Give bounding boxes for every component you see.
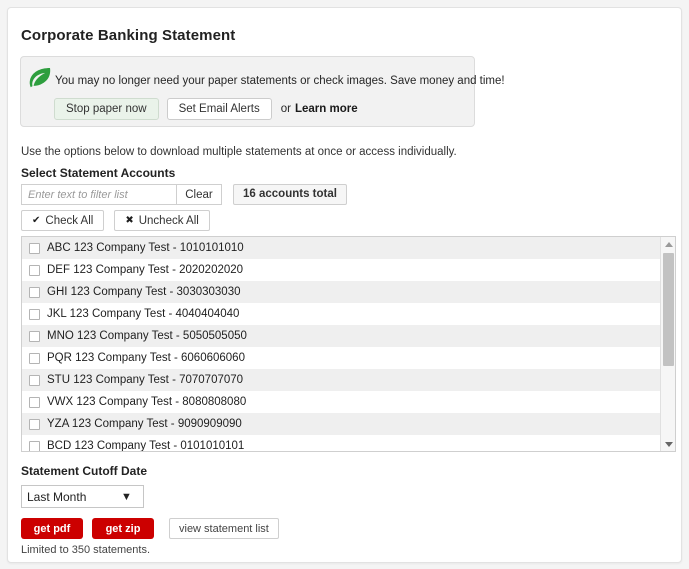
check-all-button[interactable]: ✔ Check All <box>21 210 105 231</box>
account-row[interactable]: DEF 123 Company Test - 2020202020 <box>22 259 661 281</box>
statement-card: Corporate Banking Statement You may no l… <box>7 7 682 563</box>
account-label: BCD 123 Company Test - 0101010101 <box>47 440 245 451</box>
limit-note: Limited to 350 statements. <box>21 544 151 556</box>
cross-icon: ✖ <box>125 215 134 226</box>
leaf-icon <box>27 65 53 91</box>
account-label: PQR 123 Company Test - 6060606060 <box>47 352 245 364</box>
account-checkbox[interactable] <box>29 242 40 254</box>
check-icon: ✔ <box>32 215 41 226</box>
account-checkbox[interactable] <box>29 308 40 320</box>
get-pdf-button[interactable]: get pdf <box>21 518 83 539</box>
account-checkbox[interactable] <box>29 352 40 364</box>
accounts-total-badge: 16 accounts total <box>233 184 347 205</box>
check-all-label: Check All <box>45 214 94 227</box>
set-email-alerts-button[interactable]: Set Email Alerts <box>166 98 272 120</box>
account-checkbox[interactable] <box>29 286 40 298</box>
view-statement-list-button[interactable]: view statement list <box>169 518 279 539</box>
cutoff-date-select[interactable]: Last Month <box>21 485 144 508</box>
account-label: MNO 123 Company Test - 5050505050 <box>47 330 247 342</box>
account-label: DEF 123 Company Test - 2020202020 <box>47 264 244 276</box>
account-row[interactable]: STU 123 Company Test - 7070707070 <box>22 369 661 391</box>
stop-paper-now-button[interactable]: Stop paper now <box>54 98 159 120</box>
clear-filter-button[interactable]: Clear <box>176 184 222 205</box>
page-root: Corporate Banking Statement You may no l… <box>0 0 689 569</box>
chevron-down-icon <box>664 441 673 447</box>
account-list[interactable]: ABC 123 Company Test - 1010101010 DEF 123… <box>21 236 676 452</box>
banner-actions: Stop paper now Set Email Alerts or Learn… <box>54 98 358 120</box>
account-label: GHI 123 Company Test - 3030303030 <box>47 286 241 298</box>
page-title: Corporate Banking Statement <box>21 27 236 44</box>
get-zip-button[interactable]: get zip <box>92 518 154 539</box>
select-accounts-label: Select Statement Accounts <box>21 166 176 180</box>
account-row[interactable]: VWX 123 Company Test - 8080808080 <box>22 391 661 413</box>
account-checkbox[interactable] <box>29 396 40 408</box>
account-list-scrollbar[interactable] <box>660 237 675 451</box>
account-row[interactable]: JKL 123 Company Test - 4040404040 <box>22 303 661 325</box>
scroll-down-button[interactable] <box>661 437 675 451</box>
scroll-up-button[interactable] <box>661 237 675 251</box>
learn-more-link[interactable]: Learn more <box>295 103 358 115</box>
filter-row: Clear 16 accounts total <box>21 184 347 205</box>
account-checkbox[interactable] <box>29 330 40 342</box>
account-row[interactable]: YZA 123 Company Test - 9090909090 <box>22 413 661 435</box>
cutoff-date-label: Statement Cutoff Date <box>21 464 148 478</box>
account-checkbox[interactable] <box>29 440 40 451</box>
action-buttons: get pdf get zip view statement list <box>21 518 279 539</box>
account-label: JKL 123 Company Test - 4040404040 <box>47 308 240 320</box>
uncheck-all-button[interactable]: ✖ Uncheck All <box>114 210 210 231</box>
chevron-up-icon <box>664 241 673 247</box>
account-row[interactable]: BCD 123 Company Test - 0101010101 <box>22 435 661 451</box>
account-row[interactable]: ABC 123 Company Test - 1010101010 <box>22 237 661 259</box>
instructions-text: Use the options below to download multip… <box>21 146 457 158</box>
account-label: YZA 123 Company Test - 9090909090 <box>47 418 242 430</box>
banner-message: You may no longer need your paper statem… <box>55 75 505 87</box>
or-text: or <box>280 103 291 115</box>
account-label: ABC 123 Company Test - 1010101010 <box>47 242 244 254</box>
scrollbar-thumb[interactable] <box>663 253 674 366</box>
account-filter-input[interactable] <box>21 184 176 205</box>
uncheck-all-label: Uncheck All <box>138 214 199 227</box>
account-label: VWX 123 Company Test - 8080808080 <box>47 396 247 408</box>
account-checkbox[interactable] <box>29 264 40 276</box>
account-checkbox[interactable] <box>29 374 40 386</box>
account-row[interactable]: MNO 123 Company Test - 5050505050 <box>22 325 661 347</box>
account-row[interactable]: GHI 123 Company Test - 3030303030 <box>22 281 661 303</box>
account-checkbox[interactable] <box>29 418 40 430</box>
account-label: STU 123 Company Test - 7070707070 <box>47 374 244 386</box>
account-list-rows: ABC 123 Company Test - 1010101010 DEF 123… <box>22 237 661 451</box>
paperless-banner: You may no longer need your paper statem… <box>20 56 505 127</box>
check-all-row: ✔ Check All ✖ Uncheck All <box>21 210 210 231</box>
account-row[interactable]: PQR 123 Company Test - 6060606060 <box>22 347 661 369</box>
